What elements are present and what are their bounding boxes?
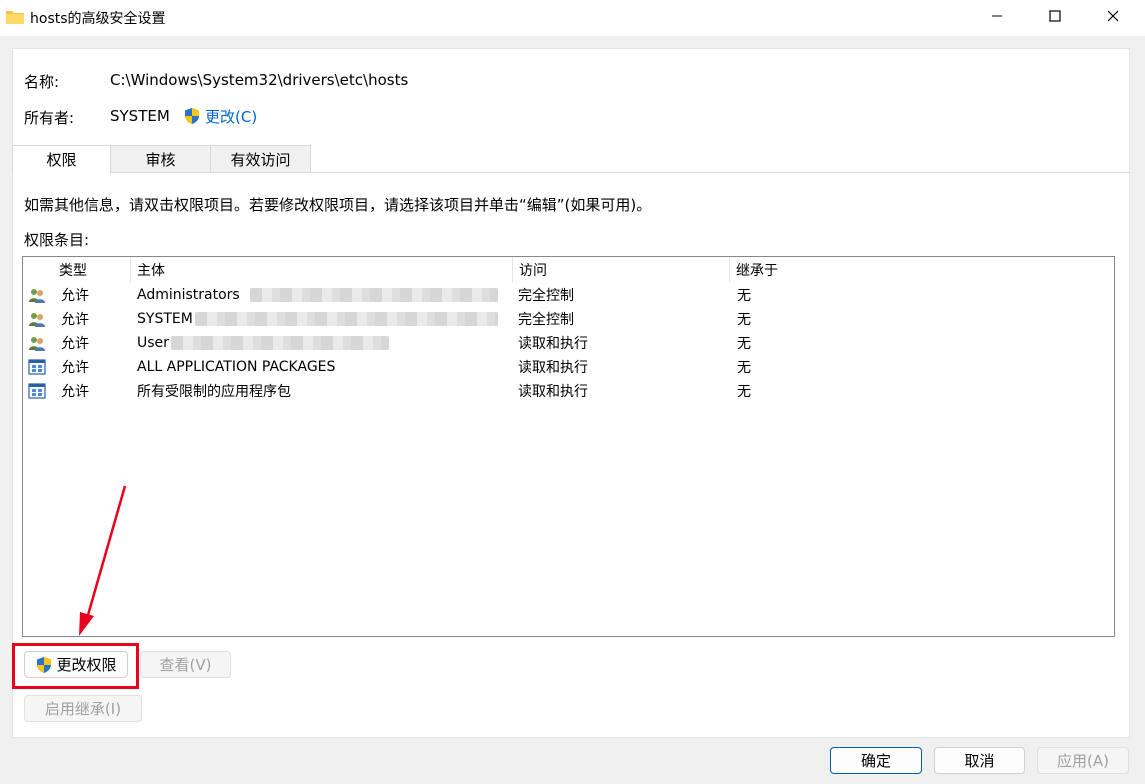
ok-label: 确定 bbox=[860, 752, 891, 770]
owner-value: SYSTEM bbox=[110, 107, 170, 125]
tab-effective-access[interactable]: 有效访问 bbox=[210, 145, 311, 173]
tab-label: 权限 bbox=[46, 151, 77, 169]
tab-audit[interactable]: 审核 bbox=[110, 145, 211, 173]
tab-panel bbox=[12, 172, 1130, 738]
change-owner-label: 更改(C) bbox=[205, 107, 258, 126]
tab-label: 审核 bbox=[145, 150, 176, 169]
maximize-button[interactable] bbox=[1026, 0, 1084, 32]
close-icon bbox=[1107, 10, 1119, 22]
minimize-icon bbox=[992, 15, 1002, 17]
tab-label: 有效访问 bbox=[230, 150, 291, 169]
title-bar: hosts的高级安全设置 bbox=[0, 0, 1145, 36]
owner-label: 所有者: bbox=[24, 109, 75, 127]
name-value: C:\Windows\System32\drivers\etc\hosts bbox=[110, 71, 409, 89]
tab-permissions[interactable]: 权限 bbox=[12, 145, 111, 174]
name-label: 名称: bbox=[24, 73, 60, 91]
cancel-label: 取消 bbox=[964, 752, 995, 770]
maximize-icon bbox=[1049, 10, 1061, 22]
apply-button[interactable]: 应用(A) bbox=[1037, 747, 1129, 774]
cancel-button[interactable]: 取消 bbox=[934, 747, 1025, 774]
minimize-button[interactable] bbox=[968, 0, 1026, 32]
ok-button[interactable]: 确定 bbox=[830, 747, 922, 774]
apply-label: 应用(A) bbox=[1057, 752, 1109, 770]
close-button[interactable] bbox=[1084, 0, 1142, 32]
uac-shield-icon bbox=[185, 108, 199, 124]
window-title: hosts的高级安全设置 bbox=[30, 11, 166, 27]
folder-icon bbox=[6, 11, 24, 24]
change-owner-link[interactable]: 更改(C) bbox=[183, 106, 257, 126]
